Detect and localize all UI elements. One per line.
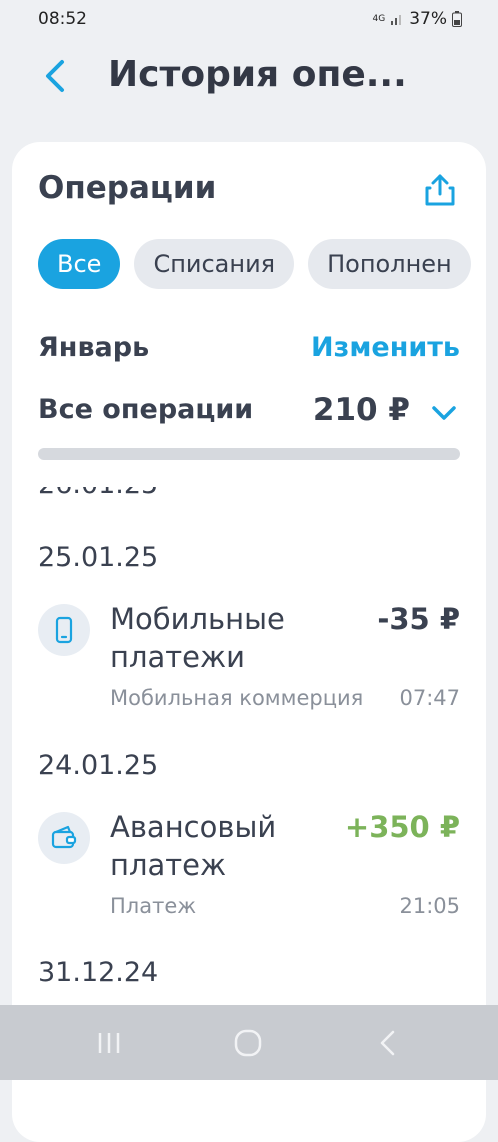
- card-title: Операции: [38, 170, 217, 206]
- date-clipped-text: 26.01.25: [38, 487, 158, 500]
- operation-row[interactable]: Мобильные платежи -35 ₽ Мобильная коммер…: [38, 600, 460, 720]
- all-operations-label: Все операции: [38, 394, 254, 425]
- battery-percent: 37%: [409, 9, 447, 29]
- month-label: Январь: [38, 332, 150, 363]
- wallet-icon: [38, 812, 90, 864]
- status-time: 08:52: [38, 9, 87, 29]
- operation-amount: -35 ₽: [377, 602, 460, 636]
- back-icon[interactable]: [372, 1027, 404, 1059]
- app-bar: История опе...: [0, 40, 498, 120]
- network-type: 4G: [372, 13, 386, 24]
- filter-all[interactable]: Все: [38, 239, 121, 289]
- status-bar: 08:52 4G 37%: [0, 0, 498, 40]
- operation-time: 21:05: [399, 894, 460, 918]
- status-indicators: 4G 37%: [372, 9, 462, 29]
- date-header: 25.01.25: [38, 542, 159, 573]
- operation-name: Мобильные платежи: [110, 602, 285, 674]
- operation-amount: +350 ₽: [344, 810, 460, 844]
- phone-icon: [38, 604, 90, 656]
- signal-icon: [391, 15, 402, 25]
- filter-chips: Все Списания Пополнен: [38, 239, 471, 289]
- date-header-clipped: 26.01.25: [38, 487, 158, 511]
- operation-row[interactable]: Авансовый платеж +350 ₽ Платеж 21:05: [38, 808, 460, 928]
- chevron-down-icon[interactable]: [430, 402, 458, 426]
- back-arrow-icon[interactable]: [36, 56, 76, 96]
- battery-icon: [452, 11, 462, 27]
- all-operations-sum: 210 ₽: [312, 392, 410, 428]
- filter-debits[interactable]: Списания: [134, 239, 295, 289]
- page-title: История опе...: [108, 54, 407, 95]
- share-icon[interactable]: [422, 172, 458, 208]
- system-nav-bar: [0, 1005, 498, 1080]
- date-header: 31.12.24: [38, 957, 159, 988]
- operation-category: Мобильная коммерция: [110, 686, 364, 710]
- operation-time: 07:47: [399, 686, 460, 710]
- operation-name: Авансовый платеж: [110, 810, 277, 882]
- spending-bar: [38, 448, 460, 460]
- operation-category: Платеж: [110, 894, 197, 918]
- change-month-button[interactable]: Изменить: [311, 332, 460, 363]
- home-icon[interactable]: [232, 1027, 264, 1059]
- filter-credits[interactable]: Пополнен: [308, 239, 471, 289]
- recent-apps-icon[interactable]: [93, 1027, 125, 1059]
- date-header: 24.01.25: [38, 750, 159, 781]
- operations-card: Операции Все Списания Пополнен Январь Из…: [12, 142, 486, 1142]
